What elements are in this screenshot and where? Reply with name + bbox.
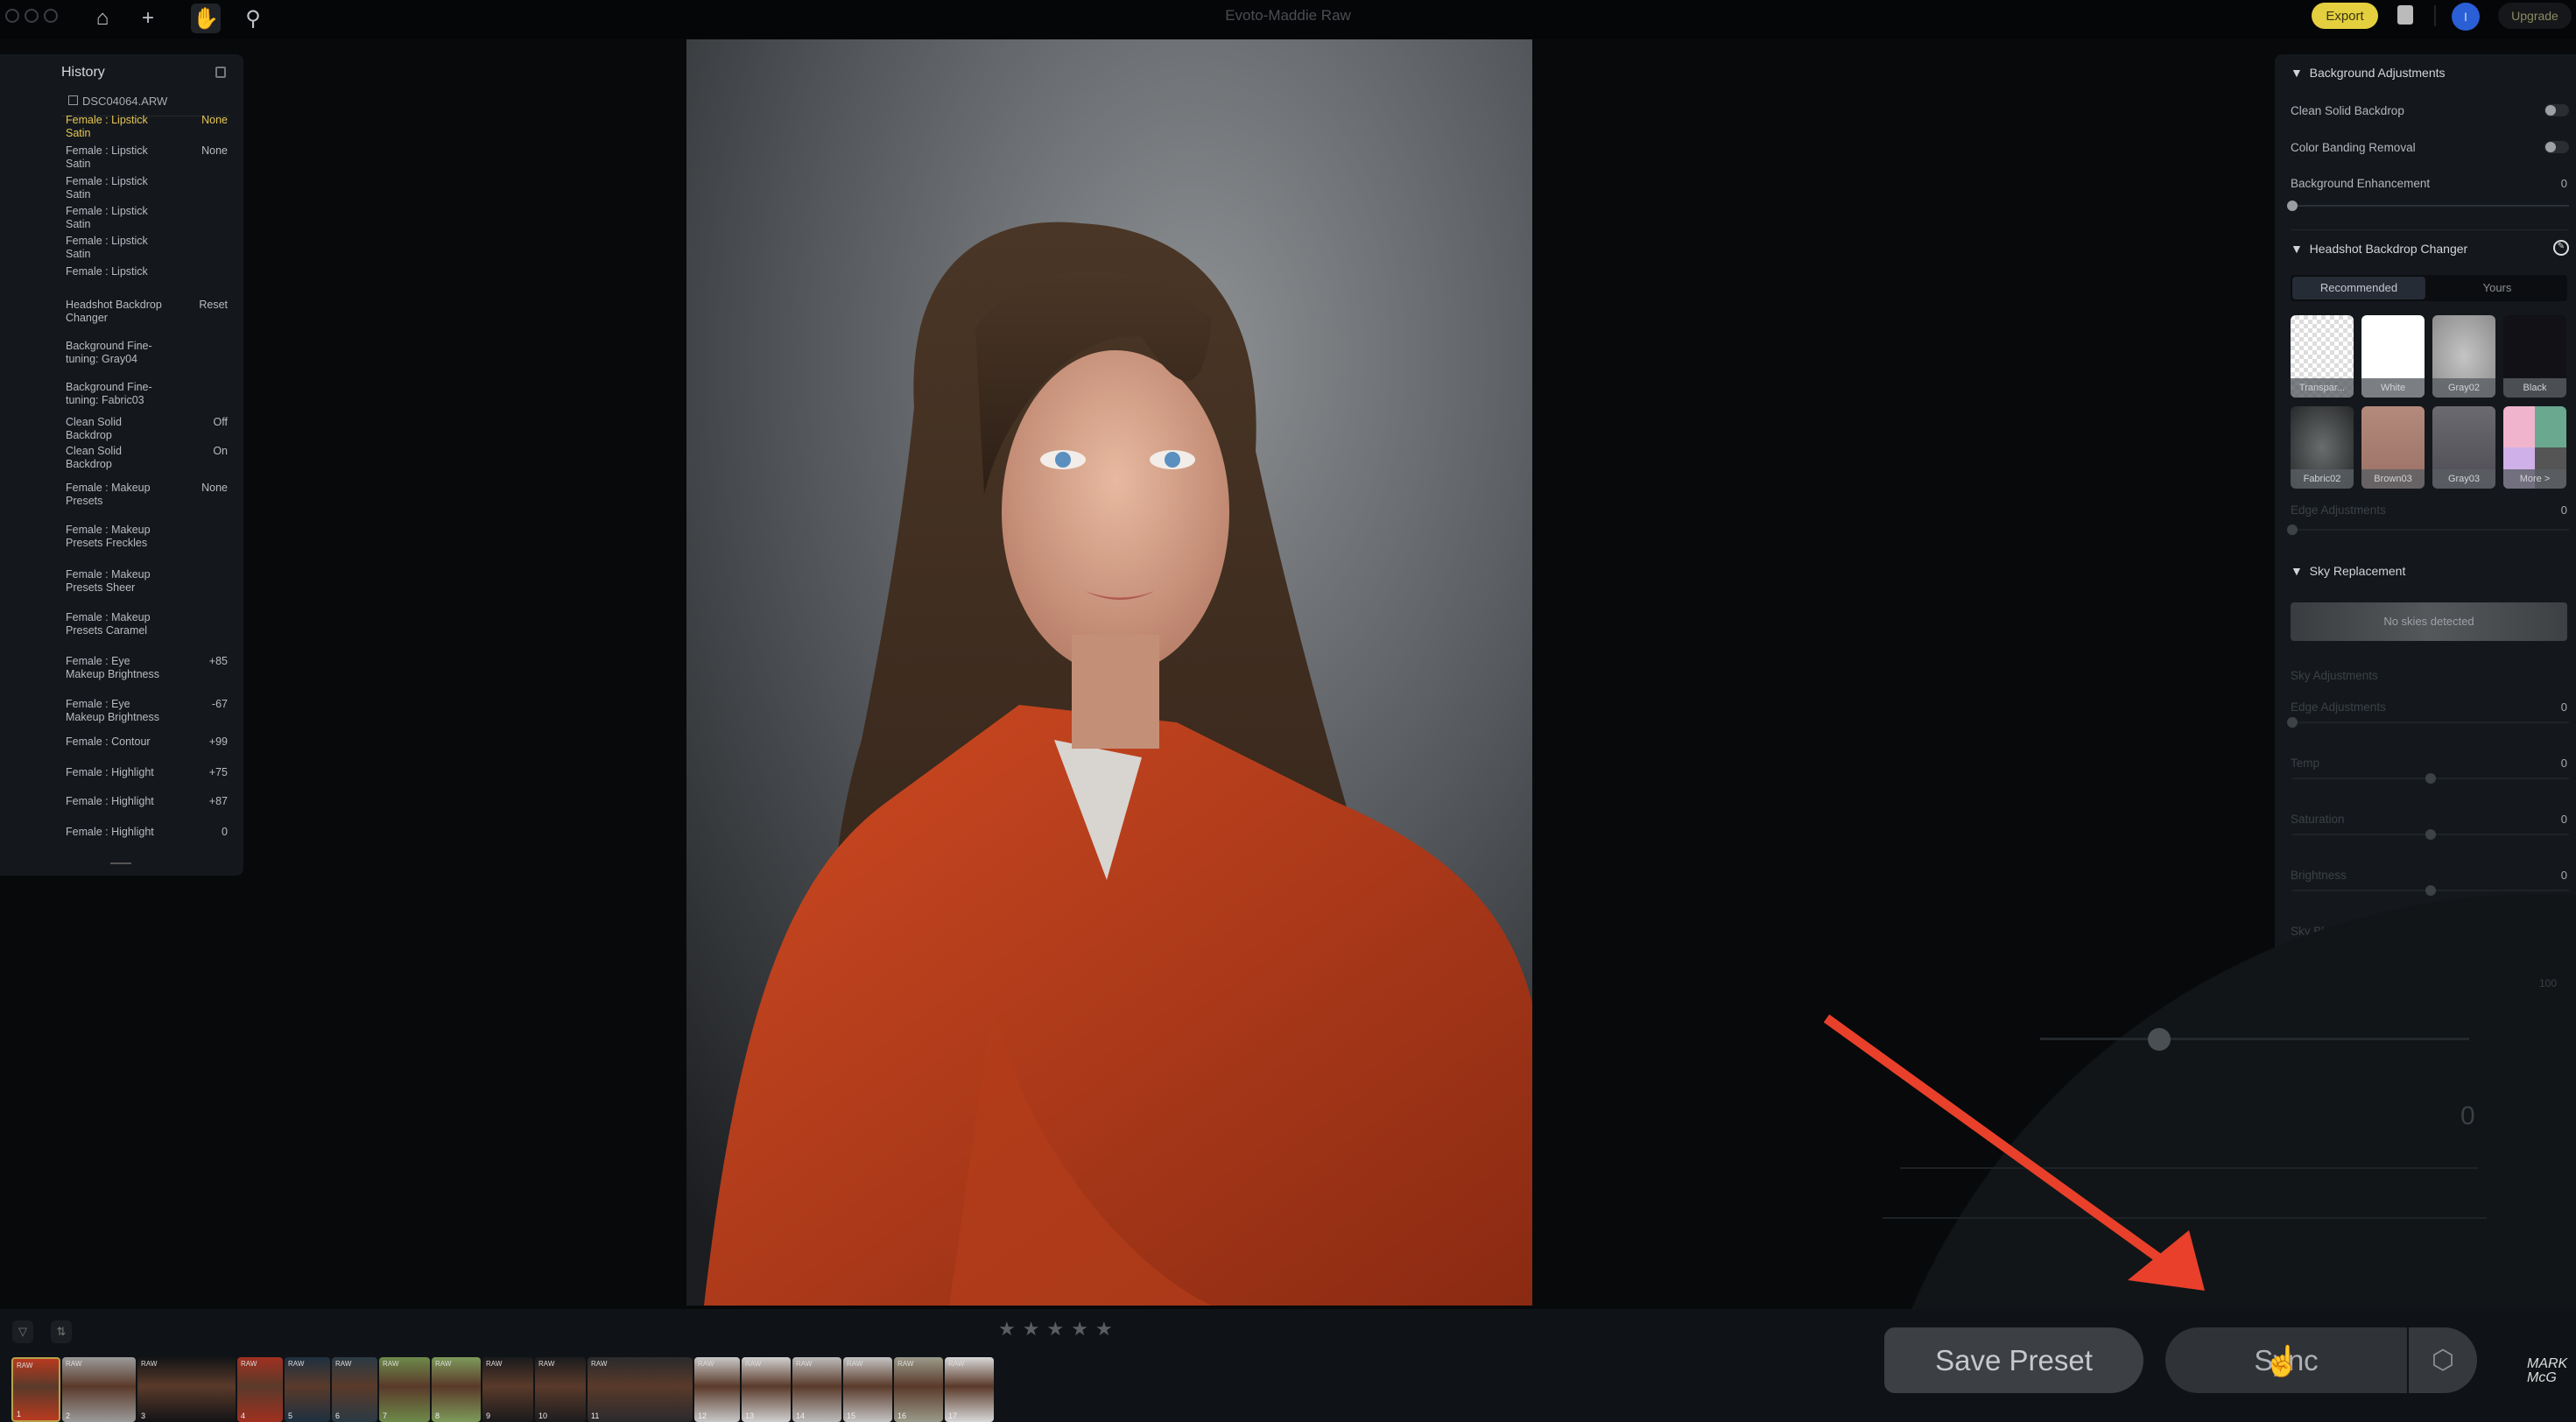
- annotation-arrow: [1823, 1014, 2205, 1291]
